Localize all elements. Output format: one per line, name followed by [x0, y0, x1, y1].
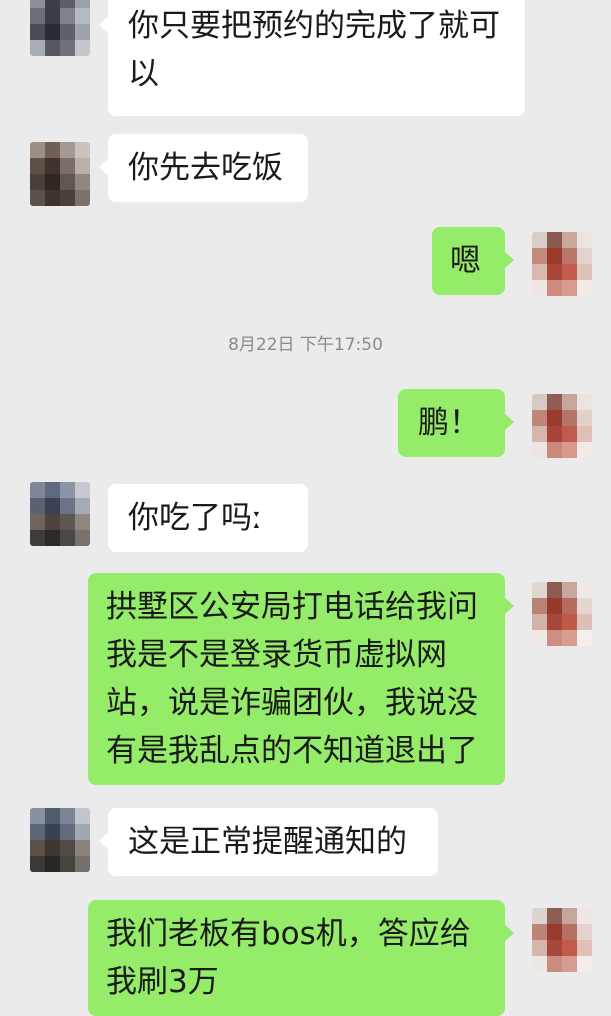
message-bubble-outgoing[interactable]: 我们老板有bos机，答应给我刷3万 [88, 900, 514, 1016]
message-text: 这是正常提醒通知的 [128, 824, 407, 860]
message-bubble-outgoing[interactable]: 嗯 [432, 227, 514, 295]
my-avatar[interactable] [532, 232, 592, 296]
message-text: 嗯 [450, 243, 481, 279]
message-bubble-outgoing[interactable]: 鹏！ [398, 389, 514, 457]
message-bubble-incoming[interactable]: 你先去吃饭 [99, 134, 308, 202]
message-bubble-incoming[interactable]: 你只要把预约的完成了就可以 [99, 0, 525, 116]
contact-avatar[interactable] [30, 808, 90, 872]
contact-avatar[interactable] [30, 142, 90, 206]
message-timestamp: 8月22日 下午17:50 [228, 335, 383, 355]
message-bubble-incoming[interactable]: 这是正常提醒通知的 [99, 808, 438, 876]
my-avatar[interactable] [532, 582, 592, 646]
chat-message-list[interactable]: 你只要把预约的完成了就可以 你先去吃饭 嗯 8月22日 下午17:50 鹏！ 你… [0, 0, 611, 1016]
message-text: 你只要把预约的完成了就可以 [128, 8, 500, 92]
contact-avatar[interactable] [30, 482, 90, 546]
message-text: 鹏！ [418, 405, 480, 441]
message-text: 你先去吃饭 [128, 150, 283, 186]
message-bubble-incoming[interactable]: 你吃了吗ː [108, 484, 308, 552]
message-text: 拱墅区公安局打电话给我问我是不是登录货币虚拟网站，说是诈骗团伙，我说没有是我乱点… [106, 589, 478, 769]
contact-avatar[interactable] [30, 0, 90, 56]
message-text: 我们老板有bos机，答应给我刷3万 [106, 916, 471, 1000]
my-avatar[interactable] [532, 394, 592, 458]
message-text: 你吃了吗ː [128, 500, 263, 536]
my-avatar[interactable] [532, 908, 592, 972]
message-bubble-outgoing[interactable]: 拱墅区公安局打电话给我问我是不是登录货币虚拟网站，说是诈骗团伙，我说没有是我乱点… [88, 573, 514, 785]
